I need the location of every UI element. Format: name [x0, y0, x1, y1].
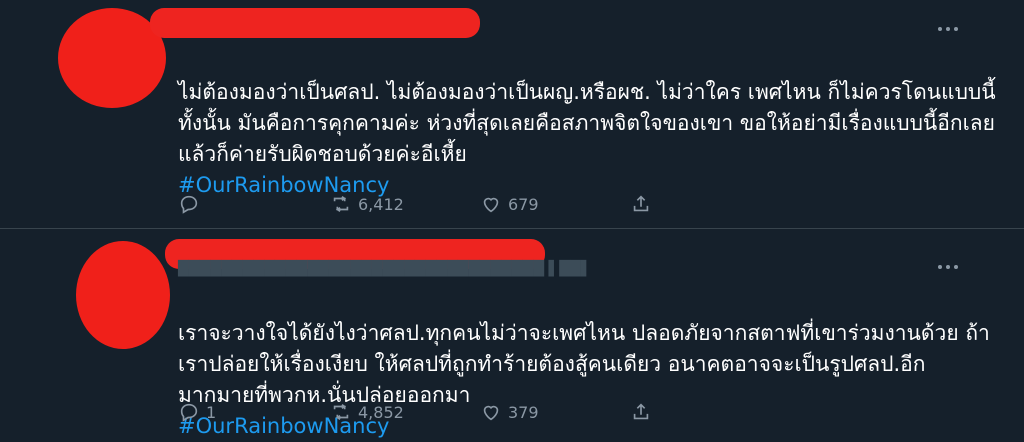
retweet-count: 4,852 [358, 402, 404, 422]
like-count: 679 [508, 194, 539, 214]
retweet-button[interactable]: 6,412 [330, 193, 480, 215]
avatar-redacted[interactable] [76, 241, 170, 349]
reply-icon [180, 195, 198, 214]
share-icon [633, 403, 649, 420]
like-icon [483, 197, 499, 213]
reply-icon [180, 403, 198, 422]
like-icon [483, 405, 499, 421]
tweet[interactable]: ไม่ต้องมองว่าเป็นศลป. ไม่ต้องมองว่าเป็นผ… [0, 0, 1024, 229]
reply-button[interactable]: 1 [178, 401, 330, 423]
share-button[interactable] [630, 193, 652, 215]
share-icon [633, 195, 649, 212]
retweet-count: 6,412 [358, 194, 404, 214]
like-count: 379 [508, 402, 539, 422]
tweet-actions: 1 4,852 379 [178, 401, 652, 423]
more-icon[interactable] [938, 27, 958, 31]
retweet-icon [333, 403, 349, 421]
retweet-icon [333, 195, 349, 213]
handle-redacted: ██████████████████████████████████ ▌██▌ [178, 261, 592, 277]
tweet-text: ไม่ต้องมองว่าเป็นศลป. ไม่ต้องมองว่าเป็นผ… [178, 46, 998, 201]
like-button[interactable]: 679 [480, 193, 630, 215]
reply-count: 1 [206, 402, 217, 422]
more-icon[interactable] [938, 265, 958, 269]
tweet[interactable]: ██████████████████████████████████ ▌██▌ … [0, 229, 1024, 438]
like-button[interactable]: 379 [480, 401, 630, 423]
tweet-body: เราจะวางใจได้ยังไงว่าศลป.ทุกคนไม่ว่าจะเพ… [178, 321, 990, 407]
author-name-redacted[interactable] [150, 8, 480, 38]
share-button[interactable] [630, 401, 652, 423]
tweet-actions: 6,412 679 [178, 193, 652, 215]
retweet-button[interactable]: 4,852 [330, 401, 480, 423]
tweet-body: ไม่ต้องมองว่าเป็นศลป. ไม่ต้องมองว่าเป็นผ… [178, 80, 996, 166]
reply-button[interactable] [178, 193, 330, 215]
